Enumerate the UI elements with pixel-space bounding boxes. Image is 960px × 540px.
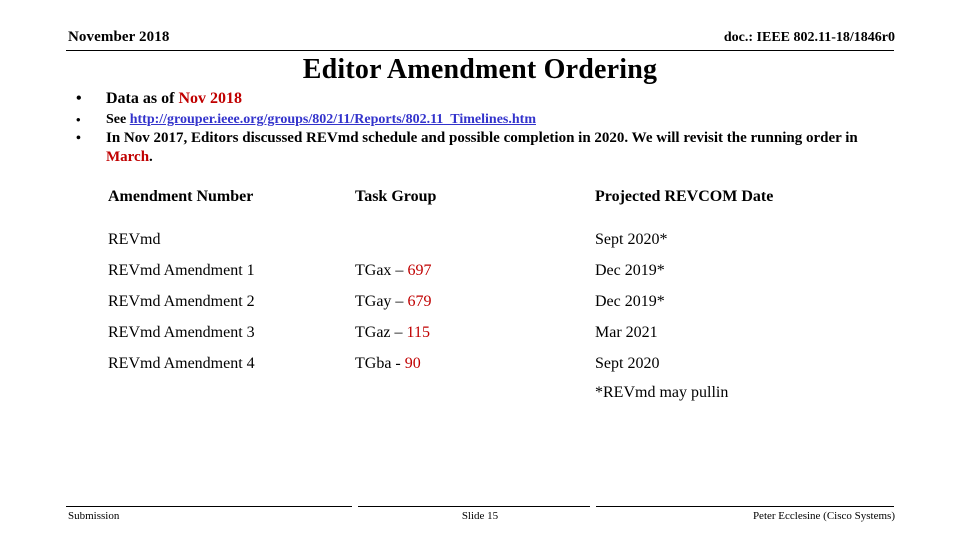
cell-amendment: REVmd Amendment 1 xyxy=(108,262,255,279)
bullet-item-see-link: • See http://grouper.ieee.org/groups/802… xyxy=(68,111,898,129)
bullet-text-prefix: Data as of xyxy=(106,90,179,107)
column-header-task-group: Task Group xyxy=(355,188,437,205)
task-group-label: TGba - xyxy=(355,355,405,372)
table-footnote: *REVmd may pullin xyxy=(595,384,729,401)
bullet-highlight-march: March xyxy=(106,149,150,165)
bullet-text-prefix: See xyxy=(106,112,130,127)
table-body: REVmd Sept 2020* REVmd Amendment 1 TGax … xyxy=(108,224,908,407)
cell-revcom-date: Dec 2019* xyxy=(595,293,665,310)
bullet-marker-icon: • xyxy=(76,131,81,146)
task-group-count: 697 xyxy=(407,262,432,279)
task-group-label: TGax – xyxy=(355,262,408,279)
cell-revcom-date: Sept 2020* xyxy=(595,231,668,248)
table-row: REVmd Sept 2020* xyxy=(108,224,908,255)
task-group-label: TGaz – xyxy=(355,324,407,341)
footer-divider-left xyxy=(66,506,352,507)
column-header-projected-revcom-date: Projected REVCOM Date xyxy=(595,188,774,205)
table-row: REVmd Amendment 1 TGax – 697 Dec 2019* xyxy=(108,255,908,286)
cell-amendment: REVmd Amendment 4 xyxy=(108,355,255,372)
slide-canvas: November 2018 doc.: IEEE 802.11-18/1846r… xyxy=(0,0,960,540)
header-divider xyxy=(66,50,894,51)
bullet-marker-icon: • xyxy=(76,112,81,127)
bullet-text-suffix: . xyxy=(149,149,153,165)
task-group-count: 679 xyxy=(407,293,432,310)
bullet-text-prefix: In Nov 2017, Editors discussed REVmd sch… xyxy=(106,130,858,146)
header-doc-id: doc.: IEEE 802.11-18/1846r0 xyxy=(723,30,895,45)
task-group-label: TGay – xyxy=(355,293,408,310)
column-header-amendment-number: Amendment Number xyxy=(108,188,254,205)
footer-author: Peter Ecclesine (Cisco Systems) xyxy=(752,510,895,522)
cell-task-group: TGax – 697 xyxy=(355,255,595,286)
footer-divider-center xyxy=(358,506,590,507)
cell-task-group: TGaz – 115 xyxy=(355,317,595,348)
cell-amendment: REVmd Amendment 2 xyxy=(108,293,255,310)
amendment-ordering-table: Amendment Number Task Group Projected RE… xyxy=(108,186,908,407)
table-row: REVmd Amendment 3 TGaz – 115 Mar 2021 xyxy=(108,317,908,348)
cell-revcom-date: Mar 2021 xyxy=(595,324,658,341)
header-date: November 2018 xyxy=(68,29,170,45)
task-group-count: 115 xyxy=(406,324,430,341)
bullet-list: • Data as of Nov 2018 • See http://group… xyxy=(68,88,898,167)
cell-task-group: TGay – 679 xyxy=(355,286,595,317)
cell-amendment: REVmd Amendment 3 xyxy=(108,324,255,341)
task-group-count: 90 xyxy=(404,355,421,372)
page-title: Editor Amendment Ordering xyxy=(302,54,658,85)
table-row: REVmd Amendment 2 TGay – 679 Dec 2019* xyxy=(108,286,908,317)
bullet-marker-icon: • xyxy=(76,90,82,107)
timelines-hyperlink[interactable]: http://grouper.ieee.org/groups/802/11/Re… xyxy=(130,112,536,127)
footer-divider-right xyxy=(596,506,894,507)
cell-revcom-date: Sept 2020 xyxy=(595,355,660,372)
cell-amendment: REVmd xyxy=(108,231,161,248)
bullet-item-nov-2017-note: • In Nov 2017, Editors discussed REVmd s… xyxy=(68,129,898,167)
bullet-item-data-as-of: • Data as of Nov 2018 xyxy=(68,88,898,109)
bullet-highlight-nov-2018: Nov 2018 xyxy=(178,90,242,107)
cell-revcom-date: Dec 2019* xyxy=(595,262,665,279)
table-header-row: Amendment Number Task Group Projected RE… xyxy=(108,186,908,208)
table-row: REVmd Amendment 4 TGba - 90 Sept 2020 xyxy=(108,348,908,379)
cell-task-group: TGba - 90 xyxy=(355,348,595,379)
